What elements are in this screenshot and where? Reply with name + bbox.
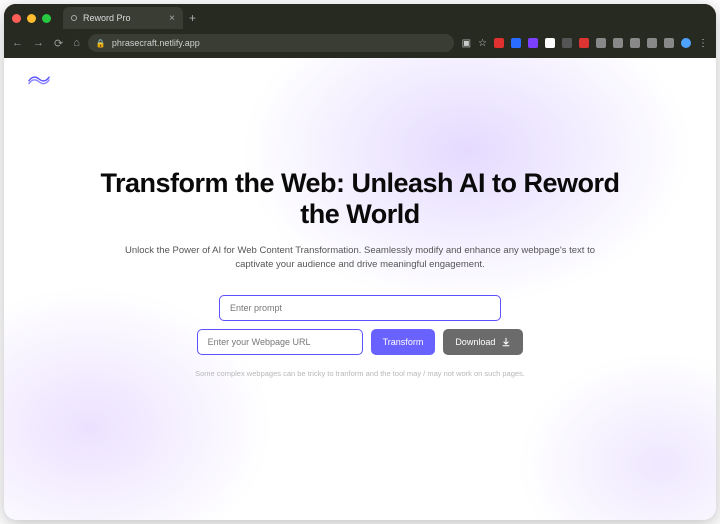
minimize-window-button[interactable] bbox=[27, 14, 36, 23]
browser-window: Reword Pro × + ← → ⟳ ⌂ 🔒 phrasecraft.net… bbox=[4, 4, 716, 520]
menu-icon[interactable]: ⋮ bbox=[698, 38, 708, 49]
extension-icon[interactable] bbox=[562, 38, 572, 48]
browser-chrome: Reword Pro × + ← → ⟳ ⌂ 🔒 phrasecraft.net… bbox=[4, 4, 716, 58]
close-tab-icon[interactable]: × bbox=[169, 13, 175, 24]
download-button[interactable]: Download bbox=[443, 329, 523, 355]
new-tab-button[interactable]: + bbox=[189, 11, 196, 25]
download-button-label: Download bbox=[455, 337, 495, 347]
nav-controls: ← → ⟳ ⌂ bbox=[12, 37, 80, 50]
profile-avatar[interactable] bbox=[681, 38, 691, 48]
forward-button[interactable]: → bbox=[33, 37, 44, 50]
url-input[interactable] bbox=[197, 329, 363, 355]
transform-button[interactable]: Transform bbox=[371, 329, 436, 355]
prompt-input[interactable] bbox=[219, 295, 501, 321]
subheadline: Unlock the Power of AI for Web Content T… bbox=[120, 244, 600, 273]
url-text: phrasecraft.netlify.app bbox=[112, 38, 200, 48]
extension-icon[interactable] bbox=[528, 38, 538, 48]
extension-icon[interactable] bbox=[511, 38, 521, 48]
lock-icon: 🔒 bbox=[96, 39, 106, 48]
tab-bar: Reword Pro × + bbox=[4, 4, 716, 32]
window-controls bbox=[12, 14, 51, 23]
extension-icon[interactable] bbox=[664, 38, 674, 48]
reader-icon[interactable]: ▣ bbox=[462, 38, 471, 49]
star-icon[interactable]: ☆ bbox=[478, 38, 487, 49]
close-window-button[interactable] bbox=[12, 14, 21, 23]
browser-tab[interactable]: Reword Pro × bbox=[63, 7, 183, 29]
extension-icon[interactable] bbox=[596, 38, 606, 48]
url-bar[interactable]: 🔒 phrasecraft.netlify.app bbox=[88, 34, 454, 52]
extension-icon[interactable] bbox=[630, 38, 640, 48]
address-bar-row: ← → ⟳ ⌂ 🔒 phrasecraft.netlify.app ▣ ☆ bbox=[4, 32, 716, 58]
transform-button-label: Transform bbox=[383, 337, 424, 347]
reload-button[interactable]: ⟳ bbox=[54, 37, 63, 50]
extension-icon[interactable] bbox=[545, 38, 555, 48]
transform-form: Transform Download Some complex webpages… bbox=[195, 295, 525, 380]
page-viewport: Transform the Web: Unleash AI to Reword … bbox=[4, 58, 716, 520]
tab-favicon bbox=[71, 15, 77, 21]
hero-section: Transform the Web: Unleash AI to Reword … bbox=[4, 58, 716, 379]
download-icon bbox=[501, 337, 511, 347]
headline: Transform the Web: Unleash AI to Reword … bbox=[100, 168, 620, 230]
tab-title: Reword Pro bbox=[83, 13, 131, 23]
disclaimer-text: Some complex webpages can be tricky to t… bbox=[195, 369, 525, 380]
extension-icon[interactable] bbox=[494, 38, 504, 48]
extension-icon[interactable] bbox=[579, 38, 589, 48]
maximize-window-button[interactable] bbox=[42, 14, 51, 23]
extension-icons: ▣ ☆ ⋮ bbox=[462, 38, 708, 49]
back-button[interactable]: ← bbox=[12, 37, 23, 50]
extension-icon[interactable] bbox=[613, 38, 623, 48]
home-button[interactable]: ⌂ bbox=[73, 37, 80, 50]
extension-icon[interactable] bbox=[647, 38, 657, 48]
